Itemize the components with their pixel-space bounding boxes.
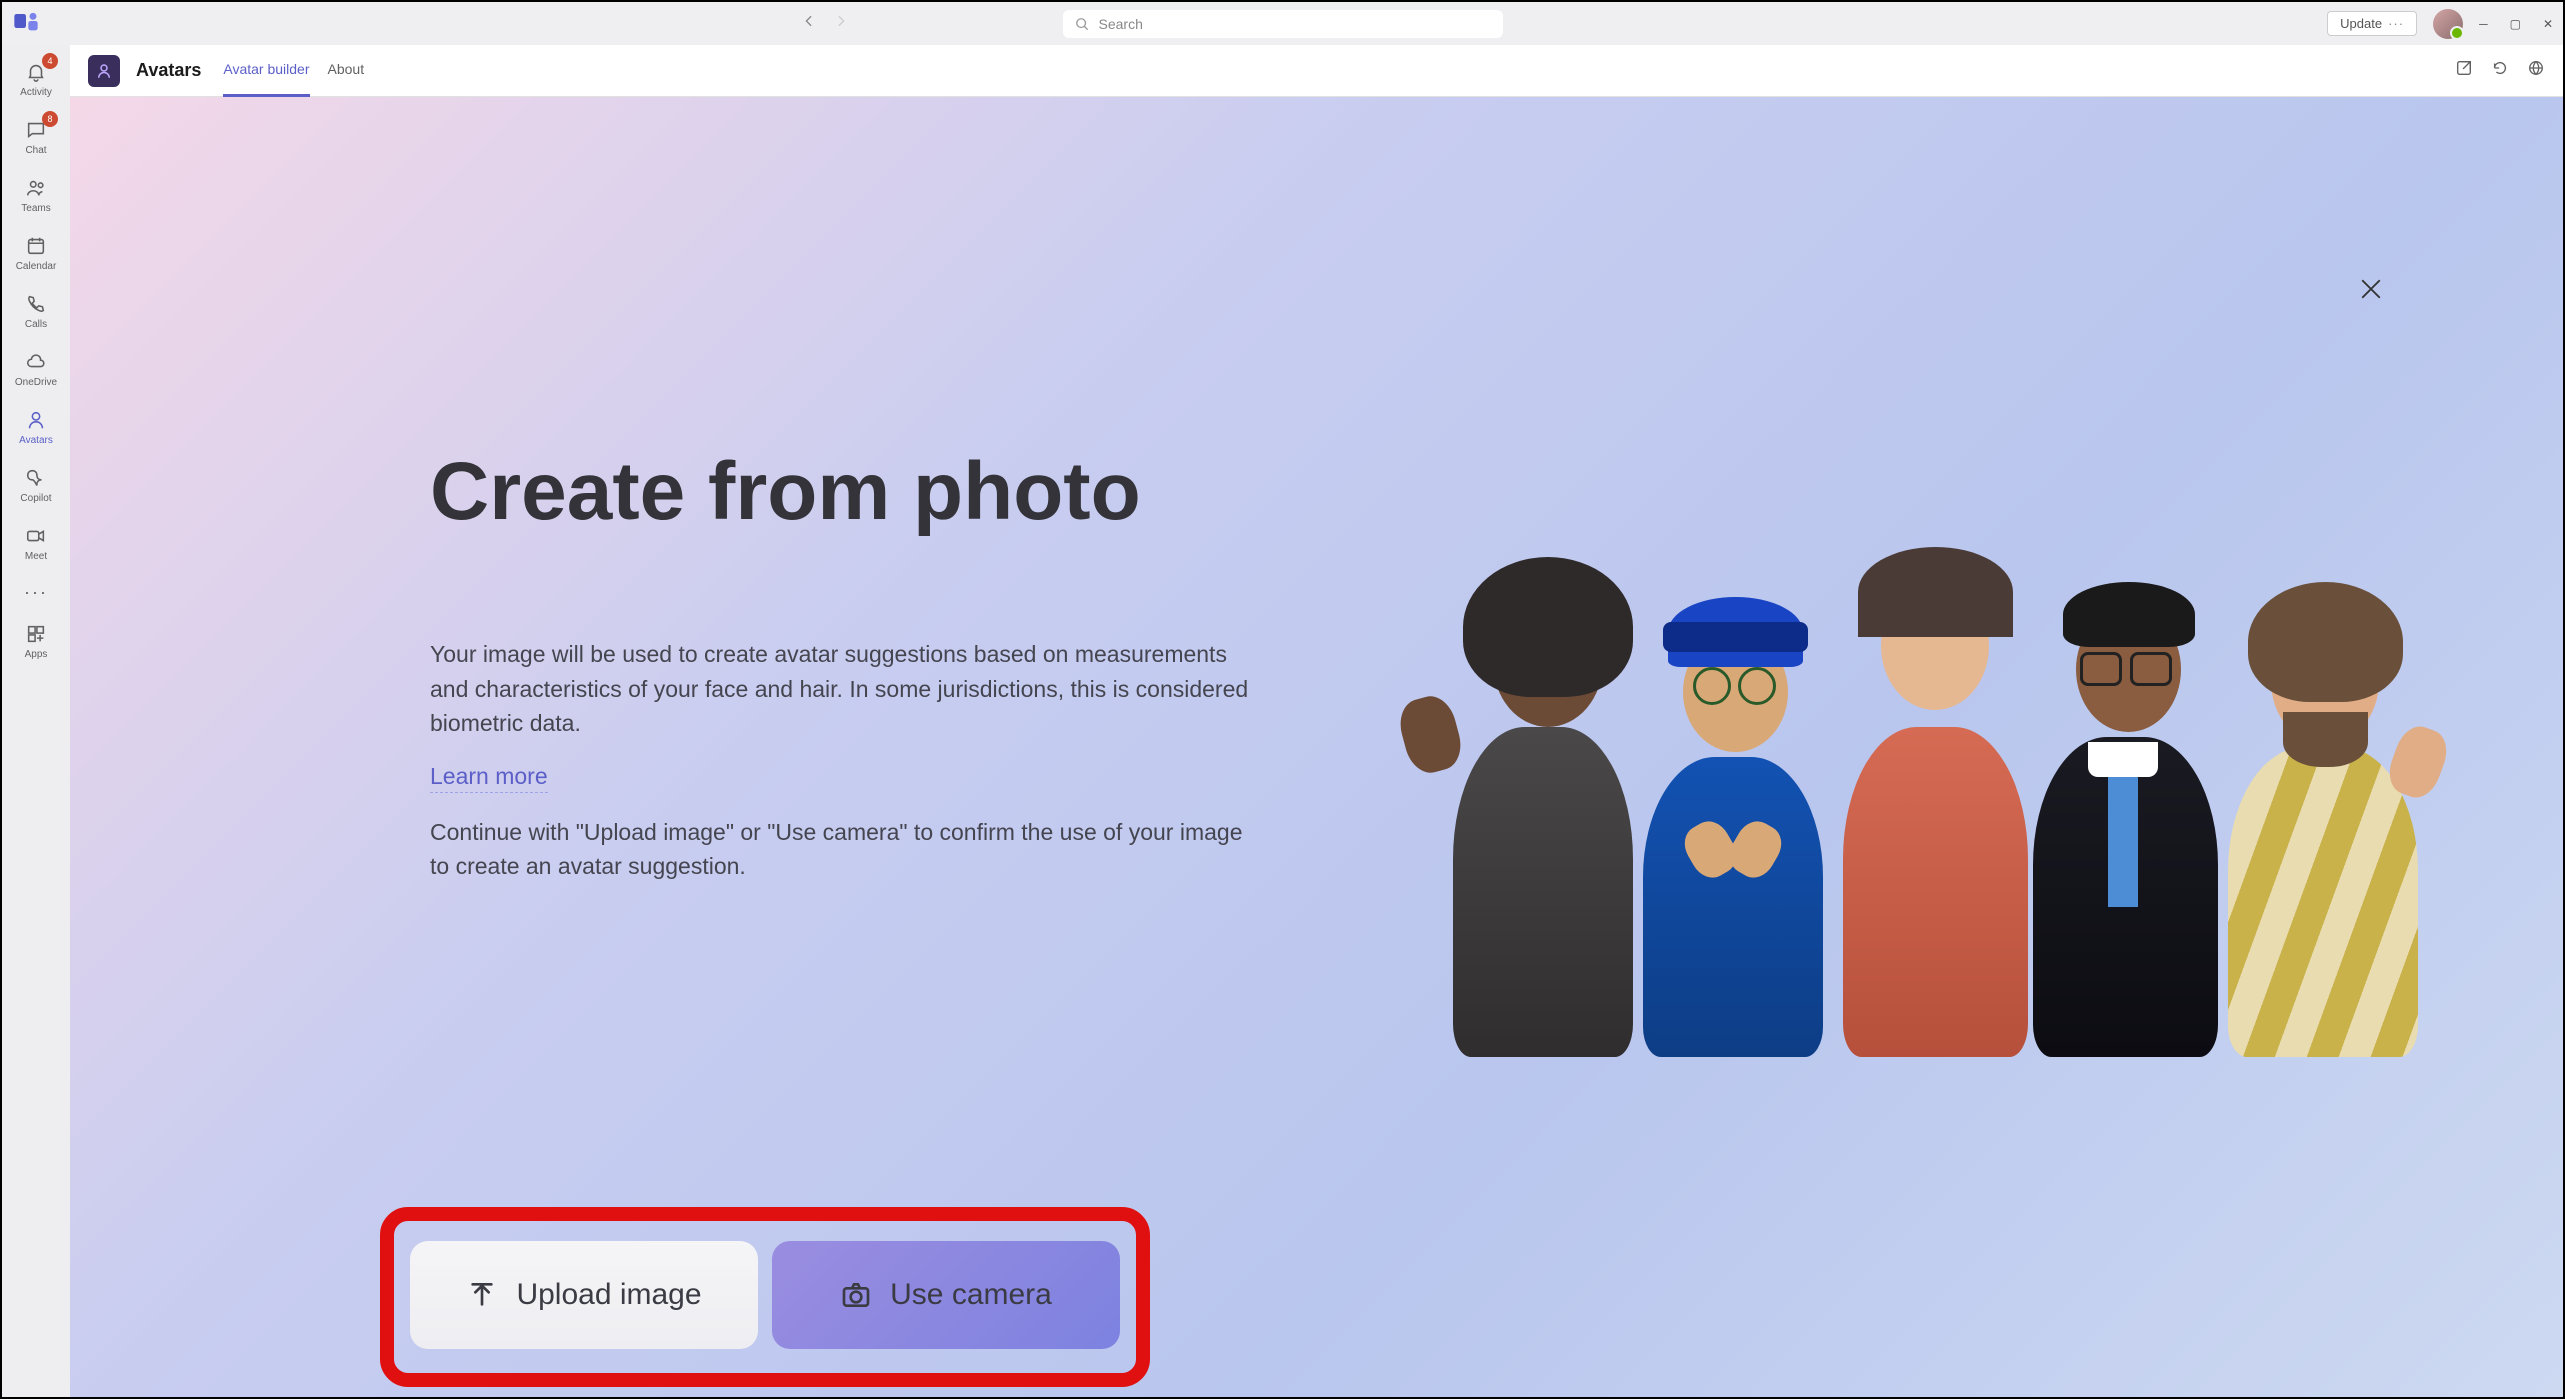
apps-icon [24,622,48,646]
rail-more-button[interactable]: ··· [2,573,70,611]
update-button[interactable]: Update ··· [2327,11,2417,36]
calendar-icon [24,234,48,258]
people-icon [24,176,48,200]
description-para-2: Continue with "Upload image" or "Use cam… [430,815,1260,884]
use-camera-button[interactable]: Use camera [772,1241,1120,1349]
popout-icon[interactable] [2455,59,2473,82]
video-icon [24,524,48,548]
window-close-button[interactable]: ✕ [2543,17,2553,31]
rail-item-teams[interactable]: Teams [2,167,70,223]
badge: 8 [42,111,58,127]
cloud-icon [24,350,48,374]
rail-item-activity[interactable]: Activity 4 [2,51,70,107]
window-minimize-button[interactable]: ─ [2479,17,2488,31]
avatar-icon [24,408,48,432]
nav-forward-button[interactable] [834,14,848,33]
search-placeholder: Search [1099,16,1143,32]
learn-more-link[interactable]: Learn more [430,763,548,793]
teams-logo-icon [12,7,40,40]
rail-item-apps[interactable]: Apps [2,613,70,669]
globe-icon[interactable] [2527,59,2545,82]
rail-item-chat[interactable]: Chat 8 [2,109,70,165]
rail-item-avatars[interactable]: Avatars [2,399,70,455]
phone-icon [24,292,48,316]
rail-item-onedrive[interactable]: OneDrive [2,341,70,397]
copilot-icon [24,466,48,490]
rail-item-calendar[interactable]: Calendar [2,225,70,281]
camera-icon [840,1279,872,1311]
badge: 4 [42,53,58,69]
rail-item-copilot[interactable]: Copilot [2,457,70,513]
ellipsis-icon: ··· [2388,16,2404,31]
tab-about[interactable]: About [328,45,365,97]
search-icon [1075,17,1089,31]
upload-image-button[interactable]: Upload image [410,1241,758,1349]
upload-icon [466,1279,498,1311]
nav-back-button[interactable] [802,14,816,33]
profile-avatar[interactable] [2433,9,2463,39]
description-para-1: Your image will be used to create avatar… [430,637,1260,741]
close-button[interactable] [2349,267,2393,311]
action-buttons-highlight: Upload image Use camera [380,1207,1150,1387]
window-maximize-button[interactable]: ▢ [2510,17,2521,31]
avatars-illustration [1433,497,2433,1057]
reload-icon[interactable] [2491,59,2509,82]
avatars-app-tile-icon [88,55,120,87]
tab-avatar-builder[interactable]: Avatar builder [223,45,309,97]
rail-item-calls[interactable]: Calls [2,283,70,339]
app-name: Avatars [136,60,201,81]
page-headline: Create from photo [430,447,1290,537]
rail-item-meet[interactable]: Meet [2,515,70,571]
search-input[interactable]: Search [1063,10,1503,38]
